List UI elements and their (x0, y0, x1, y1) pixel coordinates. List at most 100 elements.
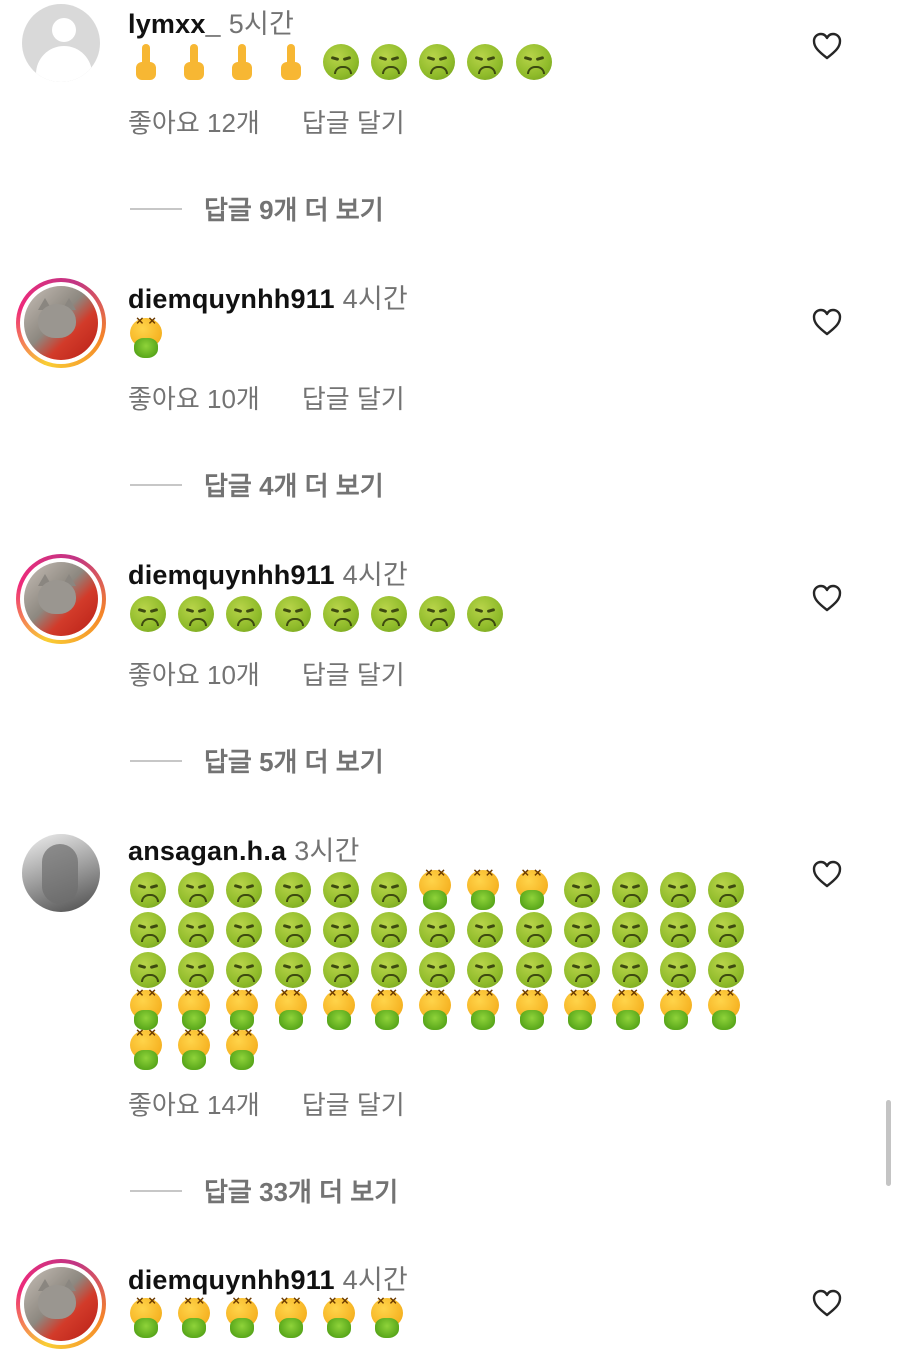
comment-time: 4시간 (342, 560, 408, 590)
heart-icon[interactable] (812, 1289, 842, 1317)
nauseated-face-icon (417, 594, 457, 634)
vomiting-face-icon (417, 870, 457, 910)
vomiting-face-icon (176, 1298, 216, 1338)
comment-text (128, 42, 768, 82)
nauseated-face-icon (465, 950, 505, 990)
comment-username[interactable]: lymxx_ 5시간 (128, 2, 294, 41)
emoji-row (128, 870, 768, 910)
nauseated-face-icon (273, 950, 313, 990)
vomiting-face-icon (321, 1298, 361, 1338)
comment-username[interactable]: ansagan.h.a 3시간 (128, 829, 360, 868)
heart-icon[interactable] (812, 32, 842, 60)
nauseated-face-icon (224, 910, 264, 950)
middle-finger-icon (128, 42, 168, 82)
nauseated-face-icon (273, 910, 313, 950)
likes-count[interactable]: 좋아요 12개 (128, 108, 260, 138)
view-replies-button[interactable]: 답글 9개 더 보기 (130, 190, 384, 227)
vomiting-face-icon (465, 990, 505, 1030)
view-replies-label: 답글 4개 더 보기 (204, 471, 384, 501)
emoji-row (128, 318, 768, 358)
vomiting-face-icon (706, 990, 746, 1030)
emoji-row (128, 594, 768, 634)
vomiting-face-icon (465, 870, 505, 910)
nauseated-face-icon (128, 910, 168, 950)
nauseated-face-icon (176, 950, 216, 990)
vomiting-face-icon (176, 990, 216, 1030)
nauseated-face-icon (658, 950, 698, 990)
comment-time: 3시간 (294, 836, 360, 866)
view-replies-label: 답글 9개 더 보기 (204, 195, 384, 225)
nauseated-face-icon (224, 870, 264, 910)
nauseated-face-icon (128, 594, 168, 634)
likes-count[interactable]: 좋아요 14개 (128, 1090, 260, 1120)
nauseated-face-icon (417, 910, 457, 950)
nauseated-face-icon (128, 870, 168, 910)
vomiting-face-icon (128, 318, 168, 358)
middle-finger-icon (273, 42, 313, 82)
nauseated-face-icon (610, 910, 650, 950)
vomiting-face-icon (128, 1030, 168, 1070)
avatar[interactable] (16, 0, 106, 88)
comment-time: 4시간 (342, 1265, 408, 1295)
avatar[interactable] (16, 828, 106, 918)
view-replies-button[interactable]: 답글 5개 더 보기 (130, 742, 384, 779)
scrollbar[interactable] (886, 1100, 891, 1186)
nauseated-face-icon (465, 594, 505, 634)
nauseated-face-icon (417, 950, 457, 990)
nauseated-face-icon (176, 594, 216, 634)
emoji-row (128, 910, 768, 950)
nauseated-face-icon (128, 950, 168, 990)
nauseated-face-icon (610, 950, 650, 990)
nauseated-face-icon (706, 870, 746, 910)
nauseated-face-icon (562, 870, 602, 910)
comment-actions: 좋아요 14개 답글 달기 (128, 1085, 405, 1122)
reply-button[interactable]: 답글 달기 (302, 384, 405, 414)
vomiting-face-icon (369, 1298, 409, 1338)
vomiting-face-icon (514, 870, 554, 910)
nauseated-face-icon (417, 42, 457, 82)
reply-button[interactable]: 답글 달기 (302, 1090, 405, 1120)
vomiting-face-icon (176, 1030, 216, 1070)
heart-icon[interactable] (812, 308, 842, 336)
nauseated-face-icon (369, 42, 409, 82)
view-replies-label: 답글 33개 더 보기 (204, 1177, 399, 1207)
reply-button[interactable]: 답글 달기 (302, 660, 405, 690)
avatar[interactable] (16, 1259, 106, 1349)
view-replies-button[interactable]: 답글 4개 더 보기 (130, 466, 384, 503)
comment-username[interactable]: diemquynhh911 4시간 (128, 277, 408, 316)
nauseated-face-icon (706, 910, 746, 950)
reply-button[interactable]: 답글 달기 (302, 108, 405, 138)
comment-text (128, 318, 768, 358)
divider-line (130, 759, 182, 762)
vomiting-face-icon (417, 990, 457, 1030)
heart-icon[interactable] (812, 584, 842, 612)
middle-finger-icon (176, 42, 216, 82)
nauseated-face-icon (176, 910, 216, 950)
nauseated-face-icon (321, 42, 361, 82)
avatar[interactable] (16, 554, 106, 644)
comment-actions: 좋아요 10개 답글 달기 (128, 655, 405, 692)
nauseated-face-icon (465, 42, 505, 82)
nauseated-face-icon (224, 594, 264, 634)
nauseated-face-icon (224, 950, 264, 990)
view-replies-button[interactable]: 답글 33개 더 보기 (130, 1172, 398, 1209)
comment-username[interactable]: diemquynhh911 4시간 (128, 1258, 408, 1297)
nauseated-face-icon (514, 910, 554, 950)
comment-text (128, 1298, 768, 1338)
comment-username[interactable]: diemquynhh911 4시간 (128, 553, 408, 592)
likes-count[interactable]: 좋아요 10개 (128, 384, 260, 414)
avatar[interactable] (16, 278, 106, 368)
cat-avatar-icon (24, 1267, 98, 1341)
emoji-row (128, 42, 768, 82)
heart-icon[interactable] (812, 860, 842, 888)
comment-actions: 좋아요 10개 답글 달기 (128, 379, 405, 416)
divider-line (130, 483, 182, 486)
nauseated-face-icon (514, 950, 554, 990)
vomiting-face-icon (321, 990, 361, 1030)
likes-count[interactable]: 좋아요 10개 (128, 660, 260, 690)
cat-avatar-icon (24, 286, 98, 360)
vomiting-face-icon (610, 990, 650, 1030)
comment-actions: 좋아요 12개 답글 달기 (128, 103, 405, 140)
emoji-row (128, 1298, 768, 1338)
comment-text (128, 870, 768, 1070)
